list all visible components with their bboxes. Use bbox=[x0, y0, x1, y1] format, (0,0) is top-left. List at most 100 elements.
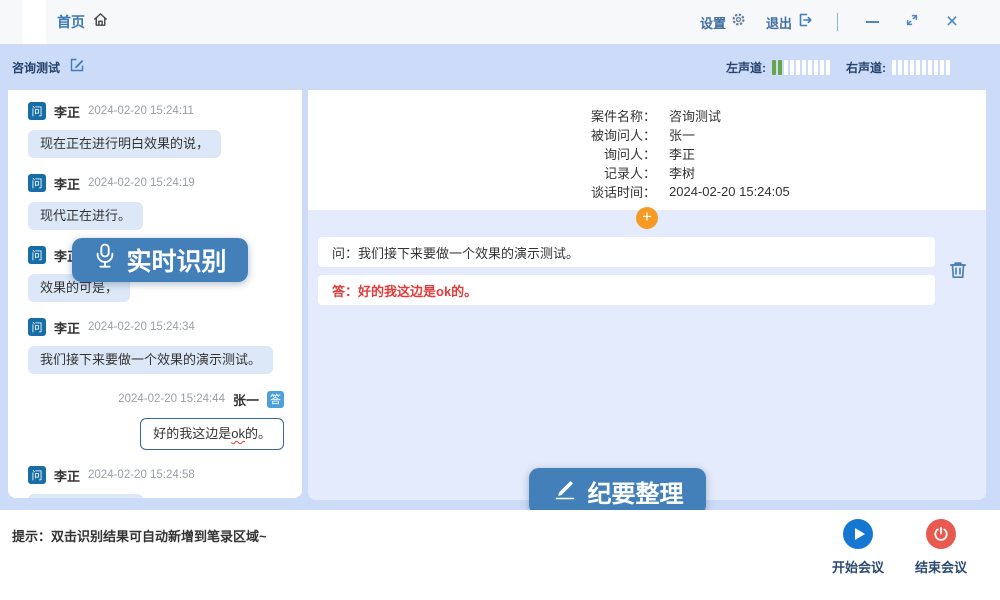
answer-badge: 答 bbox=[267, 391, 284, 408]
left-channel: 左声道: bbox=[726, 59, 830, 76]
field-value: 2024-02-20 15:24:05 bbox=[669, 184, 790, 199]
message-header: 问 李正 2024-02-20 15:24:19 bbox=[28, 174, 290, 192]
field-label: 案件名称： bbox=[561, 106, 656, 125]
message-header: 问 李正 2024-02-20 15:24:34 bbox=[28, 318, 290, 336]
message-header: 问 李正 2024-02-20 15:24:58 bbox=[28, 466, 290, 484]
field-label: 记录人： bbox=[561, 163, 656, 182]
qa-section: 问：我们接下来要做一个效果的演示测试。 答：好的我这边是ok的。 纪要整理 bbox=[308, 210, 986, 500]
right-channel-label: 右声道: bbox=[846, 59, 886, 76]
summary-label: 纪要整理 bbox=[588, 474, 684, 509]
case-info-rows: 案件名称： 咨询测试 被询问人： 张一 询问人： 李正 记录人： 李树 bbox=[561, 106, 986, 201]
power-icon bbox=[926, 519, 956, 549]
tip-text: 提示：双击识别结果可自动新增到笔录区域~ bbox=[12, 526, 267, 545]
realtime-label: 实时识别 bbox=[126, 242, 226, 278]
audio-channels: 左声道: 右声道: bbox=[726, 44, 950, 90]
edit-session-icon[interactable] bbox=[69, 57, 85, 78]
field-label: 被询问人： bbox=[561, 125, 656, 144]
settings-label: 设置 bbox=[700, 13, 726, 32]
home-button[interactable]: 首页 bbox=[57, 0, 109, 44]
field-value: 李树 bbox=[669, 163, 695, 182]
form-row: 询问人： 李正 bbox=[561, 144, 986, 163]
question-badge: 问 bbox=[28, 102, 46, 120]
form-row: 谈话时间： 2024-02-20 15:24:05 bbox=[561, 182, 986, 201]
message-time: 2024-02-20 15:24:58 bbox=[88, 469, 195, 481]
logout-icon bbox=[797, 12, 813, 33]
title-bar: 首页 设置 退出 bbox=[0, 0, 1000, 44]
message-time: 2024-02-20 15:24:34 bbox=[88, 321, 195, 333]
settings-button[interactable]: 设置 bbox=[700, 12, 746, 32]
speaker-name: 李正 bbox=[54, 466, 80, 485]
left-channel-meter bbox=[772, 60, 830, 75]
record-panel: 案件名称： 咨询测试 被询问人： 张一 询问人： 李正 记录人： 李树 bbox=[308, 90, 986, 500]
maximize-icon bbox=[905, 13, 919, 32]
delete-entry-button[interactable] bbox=[948, 260, 970, 282]
trash-icon bbox=[948, 267, 968, 284]
field-label: 谈话时间： bbox=[561, 182, 656, 201]
case-info-form: 案件名称： 咨询测试 被询问人： 张一 询问人： 李正 记录人： 李树 bbox=[308, 90, 986, 210]
session-toolbar: 咨询测试 左声道: 右声道: bbox=[0, 44, 1000, 90]
answer-bubble-row: 好的我这边是ok的。 bbox=[28, 408, 290, 450]
close-button[interactable]: × bbox=[942, 10, 962, 34]
message-time: 2024-02-20 15:24:44 bbox=[118, 393, 225, 405]
speaker-name: 李正 bbox=[54, 318, 80, 337]
message-header: 问 李正 2024-02-20 15:24:11 bbox=[28, 102, 290, 120]
message-time: 2024-02-20 15:24:11 bbox=[88, 105, 194, 117]
end-meeting-button[interactable]: 结束会议 bbox=[910, 519, 972, 576]
answer-text: 的。 bbox=[245, 426, 271, 441]
start-meeting-label: 开始会议 bbox=[832, 557, 884, 576]
maximize-button[interactable] bbox=[902, 10, 922, 34]
app-window: 首页 设置 退出 bbox=[0, 0, 1000, 600]
topbar-controls: 设置 退出 × bbox=[700, 0, 962, 44]
add-entry-button[interactable]: + bbox=[636, 207, 658, 229]
topbar-strip bbox=[22, 0, 46, 44]
transcript-panel: 问 李正 2024-02-20 15:24:11 现在正在进行明白效果的说， 问… bbox=[8, 90, 302, 498]
speaker-name: 张一 bbox=[233, 390, 259, 409]
exit-button[interactable]: 退出 bbox=[766, 12, 813, 33]
end-meeting-label: 结束会议 bbox=[915, 557, 967, 576]
answer-text: 好的我这边是 bbox=[153, 426, 231, 441]
summary-button[interactable]: 纪要整理 bbox=[529, 468, 706, 515]
session-group: 咨询测试 bbox=[12, 44, 85, 90]
close-icon: × bbox=[946, 12, 958, 32]
question-badge: 问 bbox=[28, 174, 46, 192]
right-channel-meter bbox=[892, 60, 950, 75]
start-meeting-button[interactable]: 开始会议 bbox=[827, 519, 889, 576]
right-channel: 右声道: bbox=[846, 59, 950, 76]
field-value: 张一 bbox=[669, 125, 695, 144]
qa-answer-box[interactable]: 答：好的我这边是ok的。 bbox=[318, 275, 935, 305]
question-badge: 问 bbox=[28, 318, 46, 336]
message-bubble[interactable]: 现代正在进行。 bbox=[28, 202, 143, 230]
question-badge: 问 bbox=[28, 246, 46, 264]
session-title: 咨询测试 bbox=[12, 59, 60, 76]
answer-text-marked: ok bbox=[231, 426, 245, 441]
play-icon bbox=[843, 519, 873, 549]
question-badge: 问 bbox=[28, 466, 46, 484]
footer: 提示：双击识别结果可自动新增到笔录区域~ 开始会议 结束会议 bbox=[0, 510, 1000, 600]
form-row: 记录人： 李树 bbox=[561, 163, 986, 182]
answer-header: 2024-02-20 15:24:44 张一 答 bbox=[28, 390, 290, 408]
home-label: 首页 bbox=[57, 12, 85, 32]
message-bubble[interactable]: 我们接下来要做一个效果的演示测试。 bbox=[28, 346, 273, 374]
answer-bubble[interactable]: 好的我这边是ok的。 bbox=[140, 418, 284, 450]
speaker-name: 李正 bbox=[54, 174, 80, 193]
window-controls-divider bbox=[837, 13, 838, 31]
gear-icon bbox=[731, 12, 746, 32]
realtime-recognition-button[interactable]: 实时识别 bbox=[72, 238, 248, 282]
microphone-icon bbox=[93, 242, 117, 278]
form-row: 案件名称： 咨询测试 bbox=[561, 106, 986, 125]
message-bubble[interactable]: 现在正在进行明白效果的说， bbox=[28, 130, 221, 158]
field-label: 询问人： bbox=[561, 144, 656, 163]
message-time: 2024-02-20 15:24:19 bbox=[88, 177, 195, 189]
exit-label: 退出 bbox=[766, 13, 792, 32]
speaker-name: 李正 bbox=[54, 102, 80, 121]
minimize-button[interactable] bbox=[862, 10, 882, 34]
form-row: 被询问人： 张一 bbox=[561, 125, 986, 144]
qa-question-box[interactable]: 问：我们接下来要做一个效果的演示测试。 bbox=[318, 237, 935, 267]
field-value: 李正 bbox=[669, 144, 695, 163]
pencil-icon bbox=[552, 475, 578, 508]
home-icon bbox=[92, 11, 109, 33]
message-bubble[interactable]: 然后我们现在。 bbox=[28, 494, 143, 498]
field-value: 咨询测试 bbox=[669, 106, 721, 125]
minimize-icon bbox=[866, 21, 879, 23]
left-channel-label: 左声道: bbox=[726, 59, 766, 76]
